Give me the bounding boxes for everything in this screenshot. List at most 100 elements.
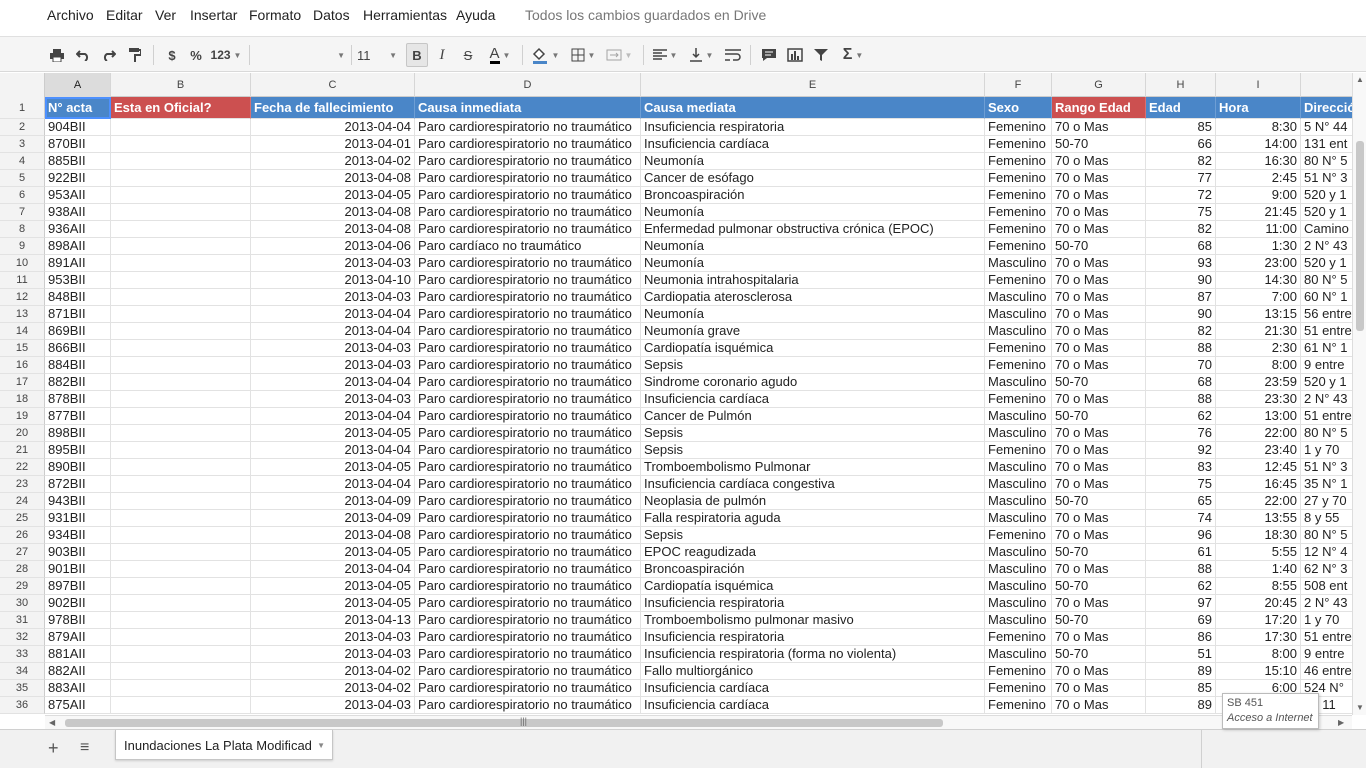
table-cell[interactable]: 85 [1146, 119, 1216, 136]
table-cell[interactable]: 77 [1146, 170, 1216, 187]
table-cell[interactable]: 70 o Mas [1052, 187, 1146, 204]
row-header[interactable]: 14 [0, 323, 45, 340]
table-cell[interactable]: 70 o Mas [1052, 680, 1146, 697]
table-cell[interactable]: 86 [1146, 629, 1216, 646]
table-cell[interactable]: 92 [1146, 442, 1216, 459]
filter-button[interactable] [810, 43, 832, 67]
table-cell[interactable]: 2013-04-02 [251, 680, 415, 697]
table-cell[interactable]: 882BII [45, 374, 111, 391]
add-sheet-icon[interactable]: + [48, 738, 59, 759]
table-cell[interactable] [111, 510, 251, 527]
table-cell[interactable]: 2013-04-05 [251, 595, 415, 612]
table-cell[interactable]: 76 [1146, 425, 1216, 442]
table-cell[interactable]: 890BII [45, 459, 111, 476]
table-cell[interactable]: Falla respiratoria aguda [641, 510, 985, 527]
number-format-dropdown[interactable]: 123 ▼ [209, 43, 243, 67]
table-cell[interactable]: 21:30 [1216, 323, 1301, 340]
table-cell[interactable]: 50-70 [1052, 136, 1146, 153]
table-cell[interactable]: 17:30 [1216, 629, 1301, 646]
header-cell[interactable]: Causa mediata [641, 97, 985, 119]
table-cell[interactable]: Femenino [985, 170, 1052, 187]
table-cell[interactable]: Femenino [985, 357, 1052, 374]
table-cell[interactable]: Masculino [985, 374, 1052, 391]
table-cell[interactable]: 1 y 70 [1301, 442, 1352, 459]
row-header[interactable]: 27 [0, 544, 45, 561]
sheet-list-icon[interactable]: ≡ [80, 739, 89, 757]
table-cell[interactable]: 70 o Mas [1052, 289, 1146, 306]
percent-format-button[interactable]: % [187, 43, 205, 67]
table-cell[interactable]: 2013-04-03 [251, 391, 415, 408]
table-cell[interactable]: 904BII [45, 119, 111, 136]
row-header[interactable]: 26 [0, 527, 45, 544]
table-cell[interactable]: 13:00 [1216, 408, 1301, 425]
table-cell[interactable]: 61 N° 1 [1301, 340, 1352, 357]
table-cell[interactable]: Cardiopatía isquémica [641, 578, 985, 595]
table-cell[interactable]: 21:45 [1216, 204, 1301, 221]
table-cell[interactable]: Masculino [985, 459, 1052, 476]
row-header[interactable]: 11 [0, 272, 45, 289]
row-header[interactable]: 1 [0, 97, 45, 119]
table-cell[interactable]: Paro cardiorespiratorio no traumático [415, 204, 641, 221]
table-cell[interactable]: 2013-04-08 [251, 221, 415, 238]
table-cell[interactable] [111, 119, 251, 136]
table-cell[interactable] [111, 187, 251, 204]
table-cell[interactable]: Neumonía [641, 255, 985, 272]
table-cell[interactable]: 902BII [45, 595, 111, 612]
header-cell[interactable]: Edad [1146, 97, 1216, 119]
table-cell[interactable] [111, 680, 251, 697]
table-cell[interactable]: 2013-04-04 [251, 119, 415, 136]
table-cell[interactable]: 61 [1146, 544, 1216, 561]
column-header-d[interactable]: D [415, 73, 641, 97]
table-cell[interactable]: Insuficiencia cardíaca [641, 697, 985, 714]
table-cell[interactable] [111, 442, 251, 459]
table-cell[interactable]: 2013-04-08 [251, 204, 415, 221]
table-cell[interactable]: 8:55 [1216, 578, 1301, 595]
table-cell[interactable]: Masculino [985, 646, 1052, 663]
table-cell[interactable]: 877BII [45, 408, 111, 425]
table-cell[interactable]: Paro cardiorespiratorio no traumático [415, 680, 641, 697]
column-header-j[interactable] [1301, 73, 1352, 97]
table-cell[interactable] [111, 255, 251, 272]
table-cell[interactable]: 936AII [45, 221, 111, 238]
table-cell[interactable]: 2 N° 43 [1301, 238, 1352, 255]
header-cell[interactable]: Fecha de fallecimiento [251, 97, 415, 119]
table-cell[interactable]: 520 y 1 [1301, 255, 1352, 272]
menu-editar[interactable]: Editar [106, 7, 143, 23]
scroll-left-icon[interactable]: ◀ [49, 718, 55, 727]
row-header[interactable]: 13 [0, 306, 45, 323]
table-cell[interactable]: 2013-04-08 [251, 170, 415, 187]
table-cell[interactable] [111, 629, 251, 646]
table-cell[interactable]: 2013-04-03 [251, 629, 415, 646]
table-cell[interactable]: Paro cardiorespiratorio no traumático [415, 442, 641, 459]
table-cell[interactable]: Femenino [985, 527, 1052, 544]
table-cell[interactable]: 96 [1146, 527, 1216, 544]
vertical-scrollbar[interactable]: ▲ ▼ [1352, 73, 1366, 715]
table-cell[interactable] [111, 595, 251, 612]
table-cell[interactable]: 12 N° 4 [1301, 544, 1352, 561]
table-cell[interactable]: 80 N° 5 [1301, 425, 1352, 442]
table-cell[interactable]: 2013-04-05 [251, 459, 415, 476]
table-cell[interactable]: 2013-04-03 [251, 646, 415, 663]
table-cell[interactable]: 1:40 [1216, 561, 1301, 578]
header-cell[interactable]: Hora [1216, 97, 1301, 119]
table-cell[interactable]: Paro cardiorespiratorio no traumático [415, 272, 641, 289]
table-cell[interactable]: 35 N° 1 [1301, 476, 1352, 493]
table-cell[interactable]: 70 o Mas [1052, 221, 1146, 238]
table-cell[interactable] [111, 612, 251, 629]
table-cell[interactable]: 8:30 [1216, 119, 1301, 136]
table-cell[interactable]: Femenino [985, 272, 1052, 289]
select-all-corner[interactable] [0, 73, 45, 97]
strikethrough-button[interactable]: S [458, 43, 478, 67]
table-cell[interactable] [111, 391, 251, 408]
table-cell[interactable]: 70 o Mas [1052, 442, 1146, 459]
table-cell[interactable] [111, 170, 251, 187]
row-header[interactable]: 34 [0, 663, 45, 680]
table-cell[interactable]: Camino [1301, 221, 1352, 238]
table-cell[interactable] [111, 408, 251, 425]
table-cell[interactable] [111, 136, 251, 153]
table-cell[interactable] [111, 272, 251, 289]
table-cell[interactable]: Neumonía [641, 238, 985, 255]
table-cell[interactable]: 1 y 70 [1301, 612, 1352, 629]
menu-ver[interactable]: Ver [155, 7, 176, 23]
menu-archivo[interactable]: Archivo [47, 7, 94, 23]
